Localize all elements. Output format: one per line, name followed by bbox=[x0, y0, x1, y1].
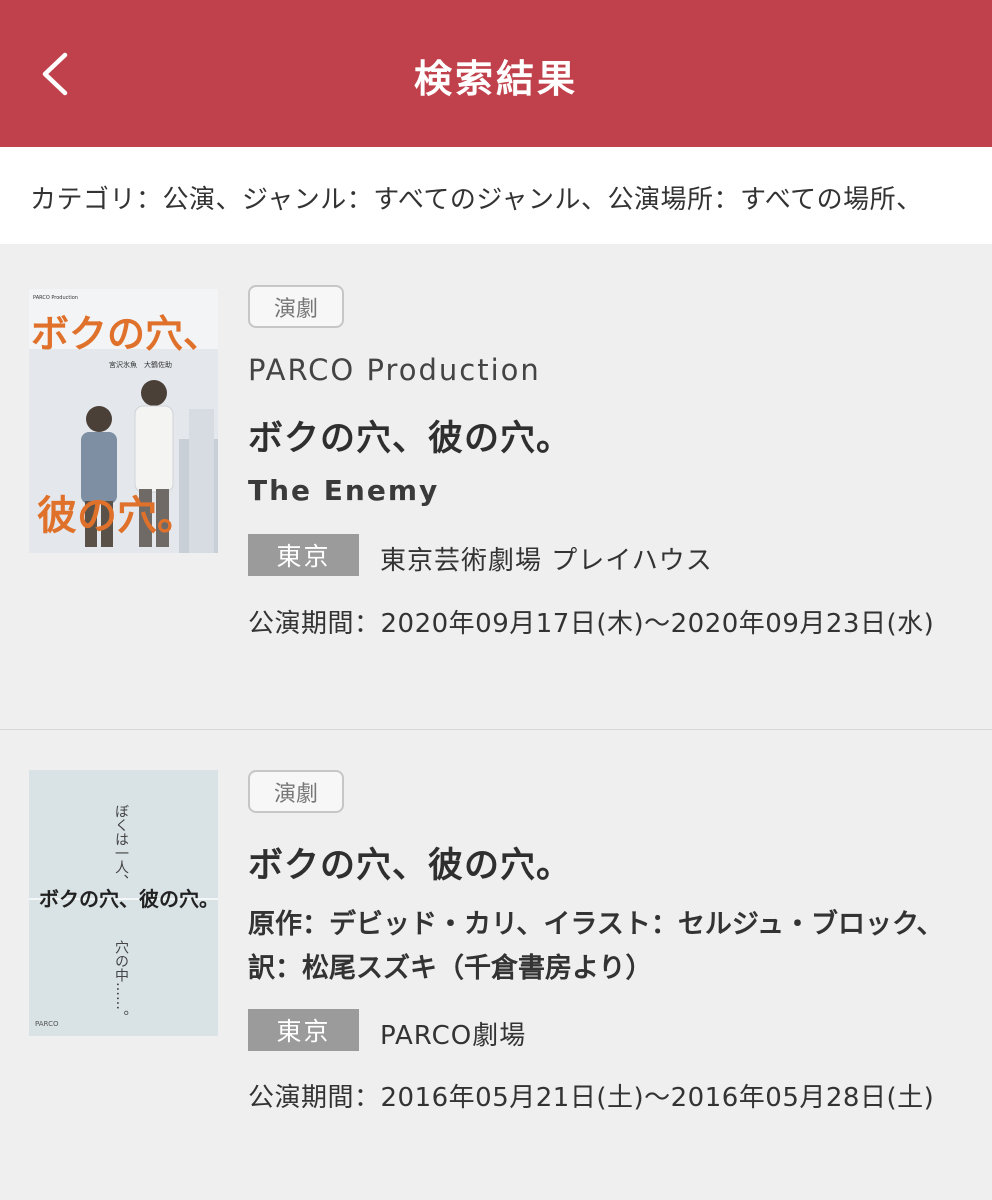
poster-top-text: ボクの穴、 bbox=[31, 312, 218, 356]
filter-text: カテゴリ：公演、ジャンル：すべてのジャンル、公演場所：すべての場所、 bbox=[30, 185, 923, 215]
poster-logo: PARCO bbox=[35, 1020, 59, 1028]
result-credits: 原作：デビッド・カリ、イラスト：セルジュ・ブロック、訳：松尾スズキ（千倉書房より… bbox=[248, 909, 944, 984]
area-badge: 東京 bbox=[248, 534, 359, 576]
result-title: ボクの穴、彼の穴。 bbox=[248, 846, 573, 886]
poster-cast-text: 宮沢氷魚 大鶴佐助 bbox=[109, 360, 172, 369]
genre-badge: 演劇 bbox=[248, 770, 344, 813]
area-badge: 東京 bbox=[248, 1009, 359, 1051]
result-item[interactable]: ぼくは一人、 ボクの穴、彼の穴。 穴の中……。 PARCO 演劇 ボクの穴、彼の… bbox=[0, 730, 992, 1200]
result-subtitle: The Enemy bbox=[248, 474, 440, 507]
genre-badge: 演劇 bbox=[248, 285, 344, 328]
poster-header-text: PARCO Production bbox=[33, 295, 78, 301]
poster-title: ボクの穴、彼の穴。 bbox=[39, 887, 218, 911]
poster-line1: ぼくは一人、 bbox=[113, 804, 129, 888]
result-title: ボクの穴、彼の穴。 bbox=[248, 419, 573, 459]
performance-period: 公演期間：2016年05月21日(土)～2016年05月28日(土) bbox=[248, 1083, 935, 1113]
poster-image: ぼくは一人、 ボクの穴、彼の穴。 穴の中……。 PARCO bbox=[29, 770, 218, 1036]
result-item[interactable]: PARCO Production ボクの穴、 宮沢氷魚 大鶴佐助 彼の穴。 演劇… bbox=[0, 244, 992, 729]
page-title: 検索結果 bbox=[413, 57, 578, 101]
poster-line2: 穴の中……。 bbox=[113, 940, 129, 1024]
poster-bottom-text: 彼の穴。 bbox=[37, 493, 197, 539]
venue-name: 東京芸術劇場 プレイハウス bbox=[380, 546, 713, 576]
performance-period: 公演期間：2020年09月17日(木)～2020年09月23日(水) bbox=[248, 609, 935, 639]
poster-image: PARCO Production ボクの穴、 宮沢氷魚 大鶴佐助 彼の穴。 bbox=[29, 289, 218, 553]
search-filter-summary: カテゴリ：公演、ジャンル：すべてのジャンル、公演場所：すべての場所、 bbox=[0, 147, 992, 244]
app-header: 検索結果 bbox=[0, 0, 992, 147]
venue-name: PARCO劇場 bbox=[380, 1021, 527, 1051]
producer-name: PARCO Production bbox=[248, 353, 541, 387]
